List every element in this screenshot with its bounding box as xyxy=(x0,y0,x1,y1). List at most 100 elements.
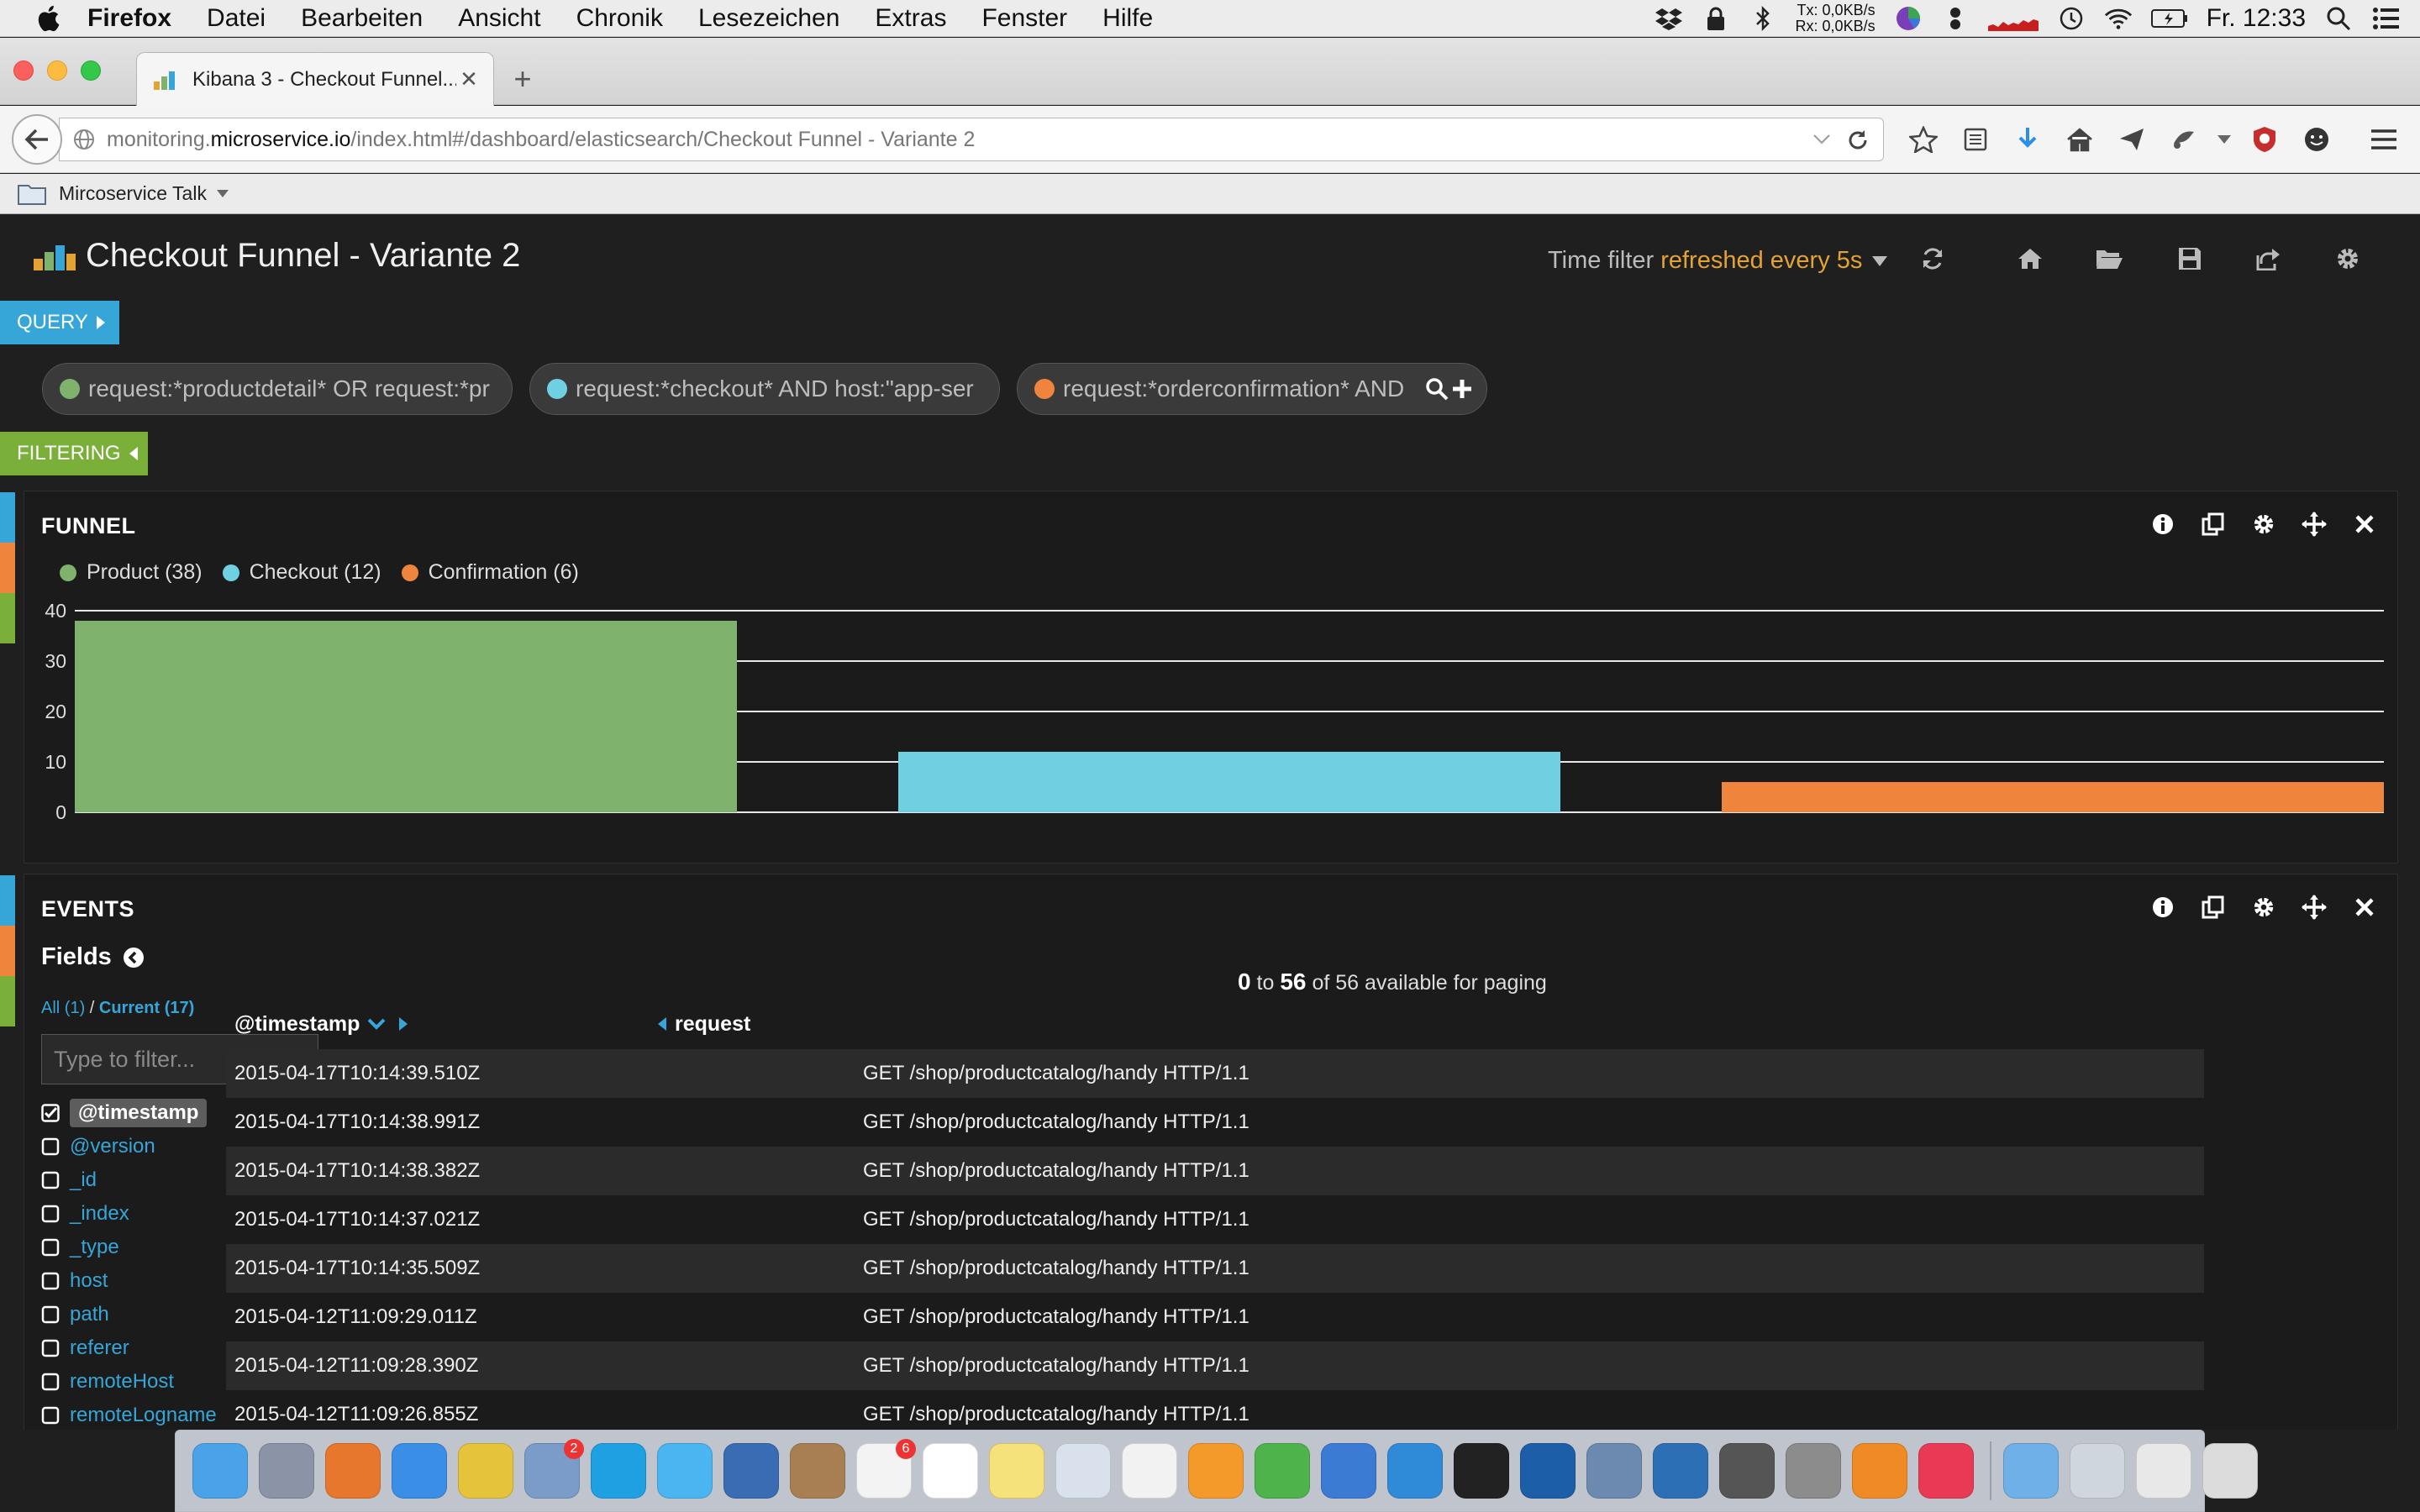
fields-tab-all[interactable]: All (1) xyxy=(41,999,85,1017)
reading-list-icon[interactable] xyxy=(1949,118,2002,160)
spotlight-icon[interactable] xyxy=(2324,4,2353,33)
dock-postgres-icon[interactable] xyxy=(1586,1443,1642,1499)
window-close-button[interactable] xyxy=(13,60,34,81)
legend-item-checkout[interactable]: Checkout (12) xyxy=(222,560,381,585)
home-icon[interactable] xyxy=(2015,244,2045,274)
menu-bearbeiten[interactable]: Bearbeiten xyxy=(301,4,423,33)
field-name[interactable]: _id xyxy=(70,1168,97,1192)
duplicate-icon[interactable] xyxy=(2201,512,2226,537)
field-item[interactable]: remoteHost xyxy=(41,1365,217,1399)
notification-center-icon[interactable] xyxy=(2371,4,2400,33)
menu-extras[interactable]: Extras xyxy=(875,4,946,33)
dock-keynote-icon[interactable] xyxy=(1321,1443,1376,1499)
dock-terminal-icon[interactable] xyxy=(1454,1443,1509,1499)
move-icon[interactable] xyxy=(2302,895,2327,920)
share-icon[interactable] xyxy=(2254,244,2284,274)
query-pill-orderconfirmation[interactable]: request:*orderconfirmation* AND xyxy=(1017,363,1487,415)
field-name[interactable]: remoteHost xyxy=(70,1370,174,1394)
share-icon[interactable] xyxy=(2106,118,2158,160)
time-machine-icon[interactable] xyxy=(2057,4,2086,33)
move-column-right-icon[interactable] xyxy=(393,1014,413,1034)
dock-launchpad-icon[interactable] xyxy=(259,1443,314,1499)
bar-checkout[interactable] xyxy=(898,752,1560,812)
dock-downloads-stack-icon[interactable] xyxy=(2136,1443,2191,1499)
hamburger-menu-icon[interactable] xyxy=(2358,118,2410,160)
dropbox-icon[interactable] xyxy=(1655,4,1683,33)
save-icon[interactable] xyxy=(2175,244,2205,274)
info-icon[interactable] xyxy=(2150,512,2175,537)
legend-item-product[interactable]: Product (38) xyxy=(60,560,203,585)
dock-skype-icon[interactable] xyxy=(591,1443,646,1499)
ublock-icon[interactable] xyxy=(2238,118,2291,160)
table-row[interactable]: 2015-04-12T11:09:28.390Z GET /shop/produc… xyxy=(226,1341,2204,1390)
duplicate-icon[interactable] xyxy=(2201,895,2226,920)
apple-icon[interactable] xyxy=(34,3,62,34)
table-row[interactable]: 2015-04-17T10:14:35.509Z GET /shop/produc… xyxy=(226,1244,2204,1293)
bookmark-folder-label[interactable]: Mircoservice Talk xyxy=(59,182,207,205)
bluetooth-icon[interactable] xyxy=(1749,4,1777,33)
search-icon[interactable] xyxy=(1424,376,1449,402)
dock-trash-icon[interactable] xyxy=(2202,1443,2258,1499)
dock-preview-icon[interactable] xyxy=(1055,1443,1111,1499)
filtering-toggle-button[interactable]: FILTERING xyxy=(0,432,148,475)
dock-chrome-icon[interactable] xyxy=(458,1443,513,1499)
url-bar[interactable]: monitoring.microservice.io/index.html#/d… xyxy=(59,118,1884,161)
checkbox-empty-icon[interactable] xyxy=(41,1406,60,1425)
url-text[interactable]: monitoring.microservice.io/index.html#/d… xyxy=(107,128,975,152)
field-name[interactable]: referer xyxy=(70,1336,129,1360)
network-monitor[interactable]: Tx: 0,0KB/s Rx: 0,0KB/s xyxy=(1796,3,1876,34)
close-icon[interactable] xyxy=(2352,895,2377,920)
smiley-feedback-icon[interactable] xyxy=(2291,118,2343,160)
gear-icon[interactable] xyxy=(2333,244,2363,274)
menu-hilfe[interactable]: Hilfe xyxy=(1102,4,1153,33)
browser-tab-active[interactable]: Kibana 3 - Checkout Funnel... ✕ xyxy=(136,52,494,106)
checkbox-empty-icon[interactable] xyxy=(41,1238,60,1257)
cpu-graph-icon[interactable] xyxy=(1987,4,2039,33)
menu-ansicht[interactable]: Ansicht xyxy=(458,4,540,33)
query-pill-productdetail[interactable]: request:*productdetail* OR request:*pr xyxy=(42,363,513,415)
dock-calendar-icon[interactable] xyxy=(923,1443,978,1499)
gear-icon[interactable] xyxy=(2251,895,2276,920)
field-item[interactable]: _index xyxy=(41,1197,217,1231)
wifi-icon[interactable] xyxy=(2104,4,2133,33)
dock-applications-folder-icon[interactable] xyxy=(2003,1443,2059,1499)
dock-itunes-icon[interactable] xyxy=(1918,1443,1974,1499)
table-row[interactable]: 2015-04-17T10:14:37.021Z GET /shop/produc… xyxy=(226,1195,2204,1244)
dock-contacts-icon[interactable] xyxy=(790,1443,845,1499)
pie-monitor-icon[interactable] xyxy=(1894,4,1923,33)
chevron-left-circle-icon[interactable] xyxy=(122,946,145,969)
lock-icon[interactable] xyxy=(1702,4,1730,33)
dock-safari-icon[interactable] xyxy=(392,1443,447,1499)
home-icon[interactable] xyxy=(2054,118,2106,160)
field-name[interactable]: @version xyxy=(70,1135,155,1158)
checkbox-empty-icon[interactable] xyxy=(41,1171,60,1189)
dock-finder-icon[interactable] xyxy=(192,1443,248,1499)
chevron-down-icon[interactable] xyxy=(215,186,230,202)
menu-app-name[interactable]: Firefox xyxy=(87,4,171,33)
downloads-icon[interactable] xyxy=(2002,118,2054,160)
query-text[interactable]: request:*checkout* AND host:"app-ser xyxy=(576,375,974,402)
dock-home-folder-icon[interactable] xyxy=(2070,1443,2125,1499)
extension-icon[interactable] xyxy=(2158,118,2210,160)
window-minimize-button[interactable] xyxy=(47,60,67,81)
table-row[interactable]: 2015-04-12T11:09:26.855Z GET /shop/produc… xyxy=(226,1390,2204,1430)
checkbox-empty-icon[interactable] xyxy=(41,1339,60,1357)
dock-notes-icon[interactable] xyxy=(989,1443,1044,1499)
dock-intellij-icon[interactable] xyxy=(1387,1443,1443,1499)
clock[interactable]: Fr. 12:33 xyxy=(2207,4,2306,33)
checkbox-empty-icon[interactable] xyxy=(41,1272,60,1290)
field-item[interactable]: @version xyxy=(41,1130,217,1163)
dock-system-preferences-icon[interactable] xyxy=(1786,1443,1841,1499)
move-column-left-icon[interactable] xyxy=(656,1016,668,1032)
column-header-timestamp[interactable]: @timestamp xyxy=(234,1012,413,1037)
query-pill-checkout[interactable]: request:*checkout* AND host:"app-ser xyxy=(529,363,1000,415)
open-folder-icon[interactable] xyxy=(2094,244,2124,274)
fields-tab-current[interactable]: Current (17) xyxy=(99,999,194,1017)
field-item[interactable]: path xyxy=(41,1298,217,1331)
close-icon[interactable] xyxy=(2352,512,2377,537)
back-button[interactable] xyxy=(12,114,62,165)
query-color-dot[interactable] xyxy=(60,379,80,399)
field-item[interactable]: referer xyxy=(41,1331,217,1365)
menu-fenster[interactable]: Fenster xyxy=(981,4,1067,33)
legend-item-confirmation[interactable]: Confirmation (6) xyxy=(401,560,579,585)
